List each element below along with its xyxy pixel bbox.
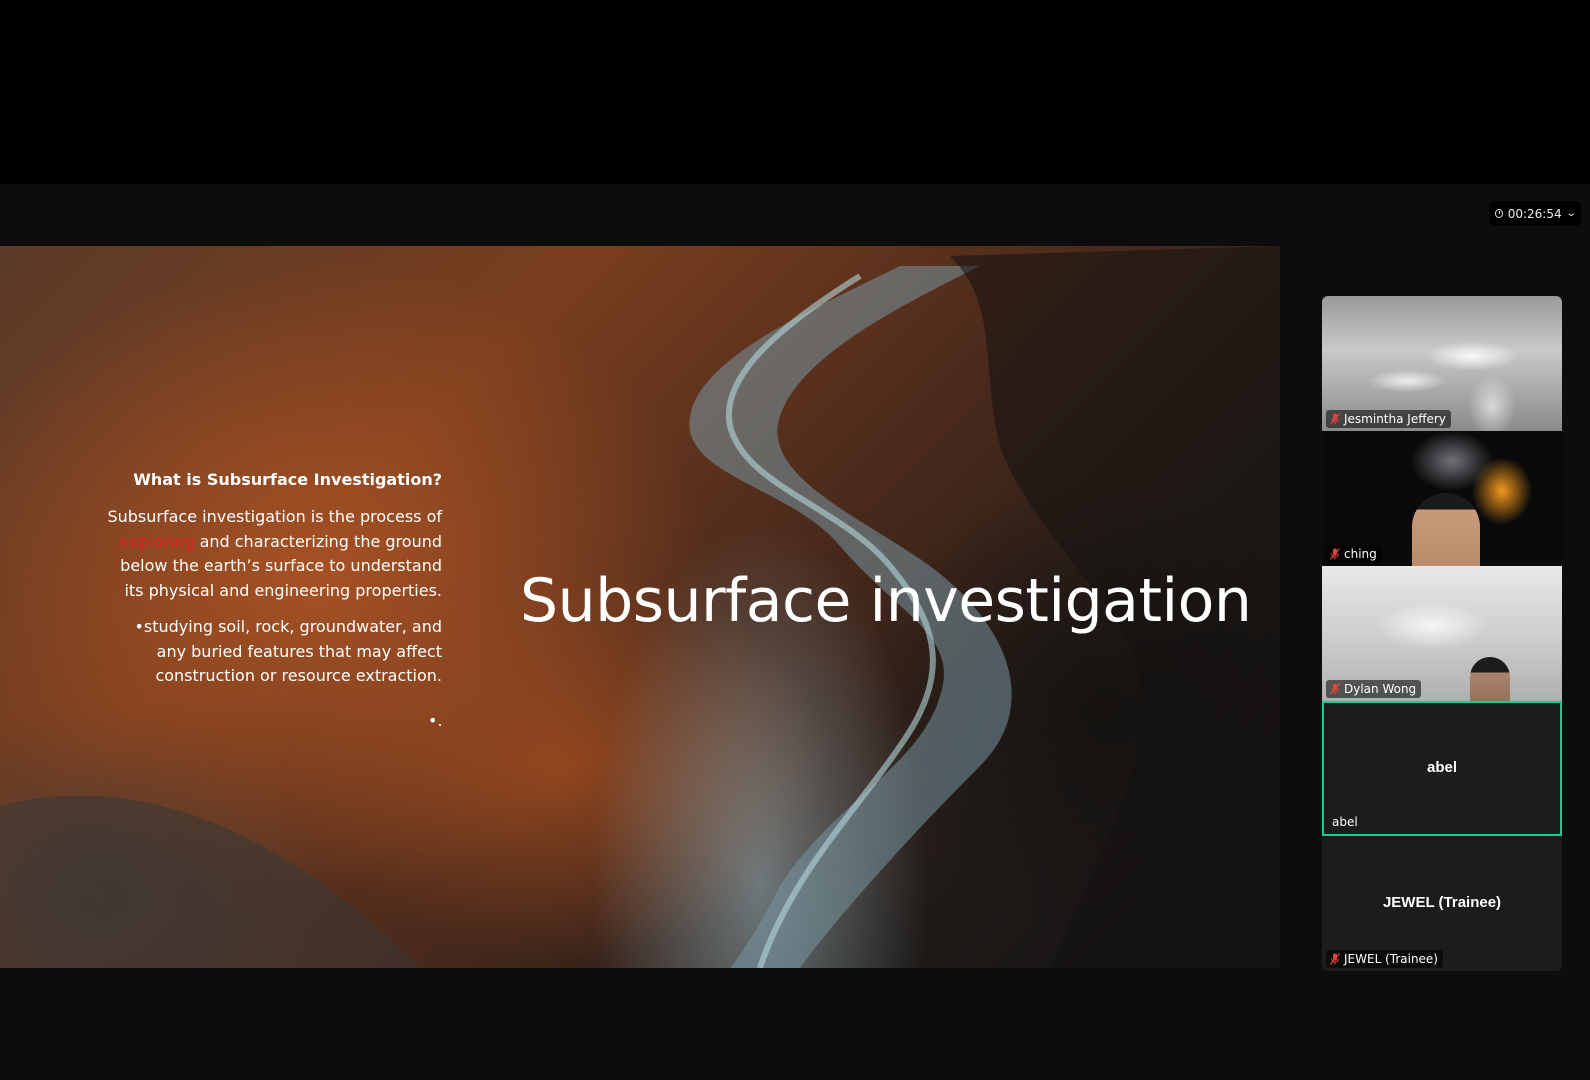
slide-paragraph-2: •studying soil, rock, groundwater, and a… xyxy=(134,617,442,685)
highlighted-word: exploring xyxy=(119,531,195,551)
slide-paragraph-1: Subsurface investigation is the process … xyxy=(100,505,442,603)
participant-center-label: abel xyxy=(1426,759,1457,776)
meeting-timer[interactable]: 00:26:54 ⌄ xyxy=(1489,201,1581,226)
participant-video xyxy=(1412,493,1480,566)
participant-tile[interactable]: ching xyxy=(1322,431,1562,566)
slide-bullet-empty: •. xyxy=(428,711,443,730)
participant-video xyxy=(1470,657,1510,701)
shared-slide: What is Subsurface Investigation? Subsur… xyxy=(0,246,1280,968)
participant-tile[interactable]: Jesmintha Jeffery xyxy=(1322,296,1562,431)
participant-tile[interactable]: JEWEL (Trainee) JEWEL (Trainee) xyxy=(1322,836,1562,971)
slide-heading: What is Subsurface Investigation? xyxy=(133,470,442,489)
participant-tile[interactable]: Dylan Wong xyxy=(1322,566,1562,701)
participant-tile-active-speaker[interactable]: abel abel xyxy=(1322,701,1562,836)
participant-name-tag: JEWEL (Trainee) xyxy=(1326,950,1443,968)
slide-title: Subsurface investigation xyxy=(520,566,1252,636)
para1-text-start: Subsurface investigation is the process … xyxy=(107,507,442,526)
timer-text: 00:26:54 xyxy=(1507,206,1562,221)
mic-muted-icon xyxy=(1330,413,1340,425)
slide-text-panel: What is Subsurface Investigation? Subsur… xyxy=(100,470,442,701)
participant-name-tag: Dylan Wong xyxy=(1326,680,1422,698)
clock-icon xyxy=(1495,209,1503,218)
participant-name: JEWEL (Trainee) xyxy=(1344,952,1438,966)
participant-name: Dylan Wong xyxy=(1344,682,1417,696)
mic-muted-icon xyxy=(1330,683,1340,695)
participant-name: ching xyxy=(1344,547,1377,561)
participant-name-tag: ching xyxy=(1326,545,1382,563)
participant-center-label: JEWEL (Trainee) xyxy=(1382,894,1502,911)
participant-name: abel xyxy=(1332,815,1358,829)
chevron-down-icon[interactable]: ⌄ xyxy=(1565,208,1577,219)
participant-name: Jesmintha Jeffery xyxy=(1344,412,1446,426)
mic-muted-icon xyxy=(1330,953,1340,965)
participant-name-tag: abel xyxy=(1328,813,1363,831)
mic-muted-icon xyxy=(1330,548,1340,560)
participant-name-tag: Jesmintha Jeffery xyxy=(1326,410,1451,428)
top-black-area xyxy=(0,0,1590,184)
